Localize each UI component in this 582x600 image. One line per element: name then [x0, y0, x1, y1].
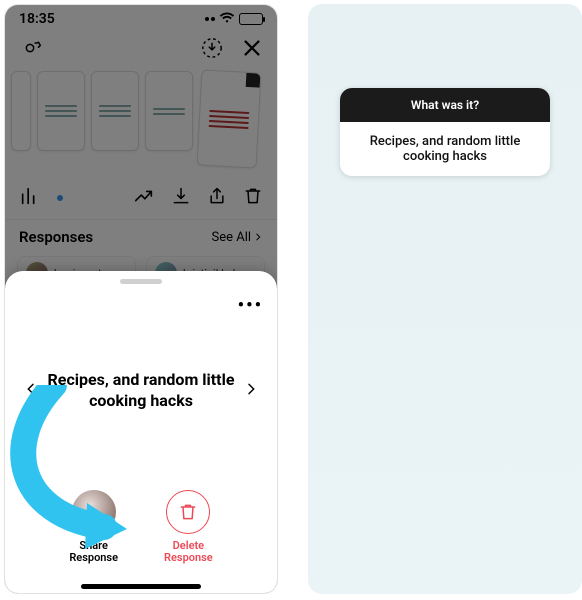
- responder-avatar: [72, 490, 116, 534]
- status-bar: 18:35: [5, 5, 277, 29]
- story-thumb[interactable]: [145, 71, 193, 151]
- prev-response-button[interactable]: [19, 377, 43, 405]
- bar-chart-icon: [19, 185, 41, 207]
- chevron-left-icon: [23, 381, 39, 397]
- plus-badge-icon: [102, 520, 118, 536]
- story-thumbnails[interactable]: [5, 67, 277, 177]
- see-all-button[interactable]: See All: [211, 230, 263, 245]
- share-response-label: ShareResponse: [69, 540, 118, 565]
- action-row: [5, 177, 277, 219]
- top-toolbar: [5, 29, 277, 67]
- question-sticker[interactable]: What was it? Recipes, and random little …: [340, 88, 550, 176]
- responses-header: Responses See All: [5, 222, 277, 256]
- save-story-button[interactable]: [197, 33, 227, 63]
- promote-button[interactable]: [133, 185, 155, 211]
- delete-button[interactable]: [243, 185, 263, 211]
- see-all-label: See All: [211, 230, 251, 245]
- response-text: Recipes, and random little cooking hacks: [46, 370, 236, 412]
- sheet-actions: ShareResponse DeleteResponse: [5, 490, 277, 565]
- close-icon: [241, 37, 263, 59]
- phone-left: 18:35: [4, 4, 278, 594]
- more-options-button[interactable]: •••: [238, 295, 263, 316]
- question-prompt: What was it?: [340, 88, 550, 122]
- gear-icon: [19, 37, 41, 59]
- story-thumb-active[interactable]: [197, 69, 262, 168]
- next-response-button[interactable]: [239, 377, 263, 405]
- new-activity-dot: [57, 195, 63, 201]
- trash-icon: [243, 185, 263, 207]
- insights-button[interactable]: [19, 185, 41, 211]
- download-button[interactable]: [171, 185, 191, 211]
- chevron-right-icon: [243, 381, 259, 397]
- divider: [5, 219, 277, 220]
- prompt-row: Recipes, and random little cooking hacks: [5, 284, 277, 412]
- story-thumb[interactable]: [11, 71, 31, 151]
- chevron-right-icon: [253, 232, 263, 242]
- delete-response-button[interactable]: DeleteResponse: [164, 490, 213, 565]
- share-response-button[interactable]: ShareResponse: [69, 490, 118, 565]
- status-icons: [205, 12, 263, 27]
- close-button[interactable]: [237, 33, 267, 63]
- signal-dots-icon: [205, 17, 215, 21]
- wifi-icon: [219, 12, 235, 27]
- share-up-icon: [207, 185, 227, 207]
- question-answer: Recipes, and random little cooking hacks: [340, 122, 550, 176]
- story-thumb[interactable]: [91, 71, 139, 151]
- responses-title: Responses: [19, 228, 93, 246]
- clock-time: 18:35: [19, 11, 55, 27]
- story-thumb[interactable]: [37, 71, 85, 151]
- share-button[interactable]: [207, 185, 227, 211]
- download-icon: [171, 185, 191, 207]
- home-indicator[interactable]: [81, 584, 201, 589]
- download-circle-icon: [201, 37, 223, 59]
- response-sheet: ••• Recipes, and random little cooking h…: [5, 271, 277, 593]
- battery-icon: [239, 13, 263, 25]
- settings-button[interactable]: [15, 33, 45, 63]
- trending-up-icon: [133, 185, 155, 207]
- trash-icon: [178, 502, 198, 522]
- delete-response-label: DeleteResponse: [164, 540, 213, 565]
- phone-right: What was it? Recipes, and random little …: [308, 4, 582, 594]
